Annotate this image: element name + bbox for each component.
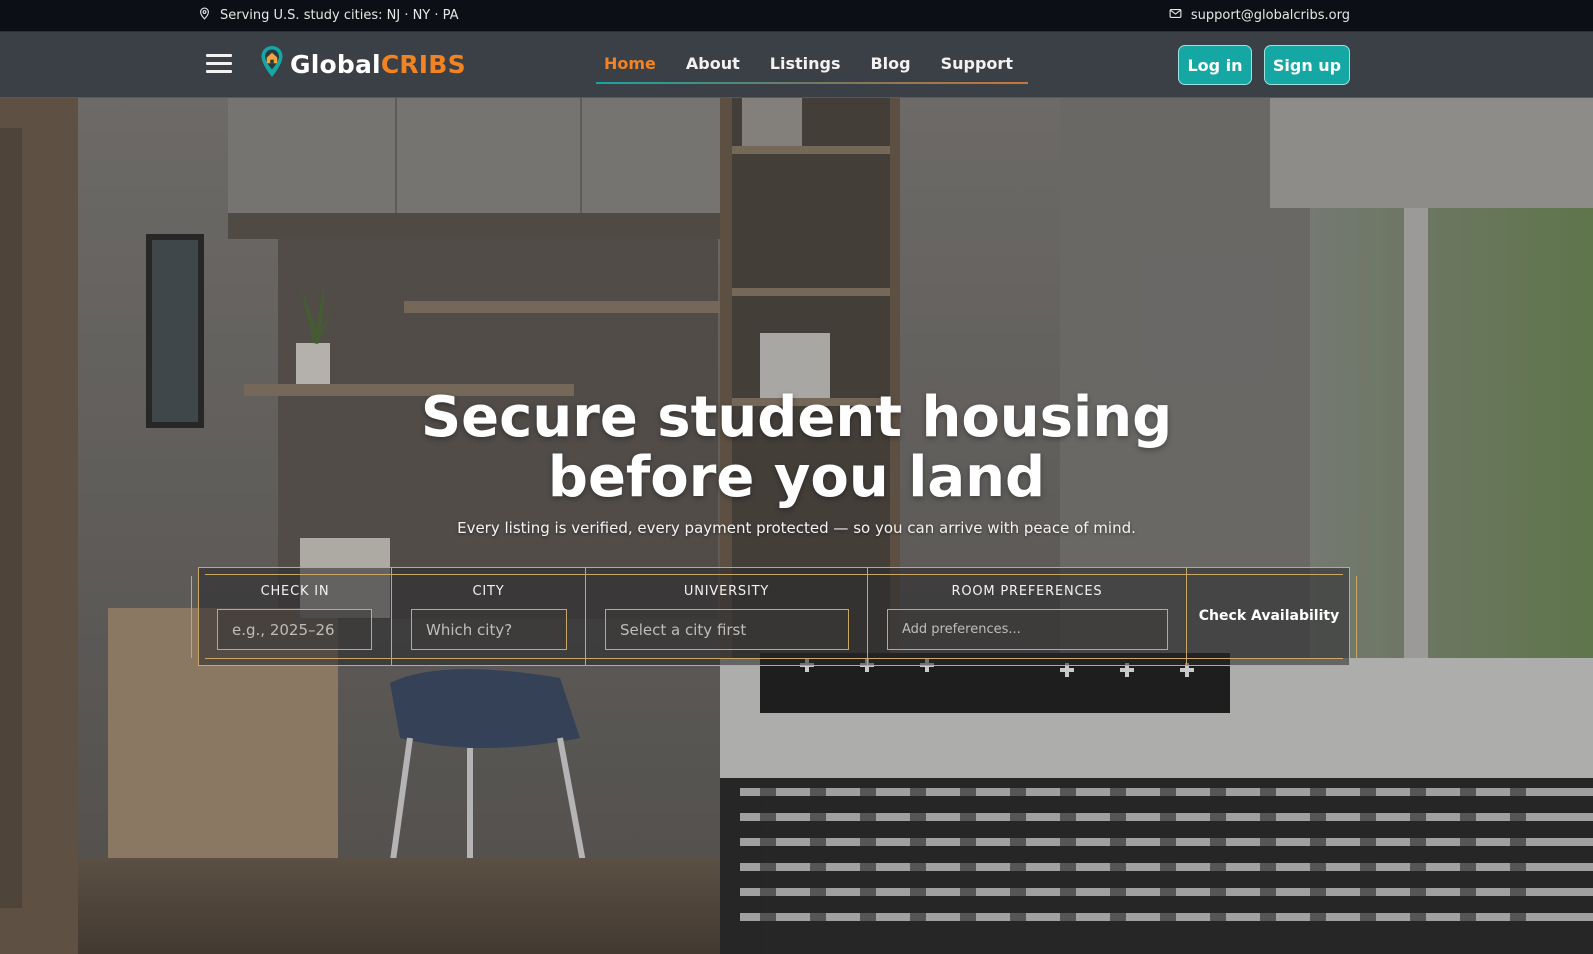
hero-subtitle: Every listing is verified, every payment… (457, 519, 1136, 537)
nav-support[interactable]: Support (933, 54, 1021, 73)
site-header: GlobalCRIBS Home About Listings Blog Sup… (0, 32, 1593, 98)
login-button[interactable]: Log in (1178, 45, 1252, 85)
service-area: Serving U.S. study cities: NJ · NY · PA (198, 7, 459, 24)
room-preferences-cell: ROOM PREFERENCES Add preferences... (868, 568, 1187, 665)
city-cell: CITY Which city? (392, 568, 586, 665)
top-info-bar: Serving U.S. study cities: NJ · NY · PA … (0, 0, 1593, 32)
support-email[interactable]: support@globalcribs.org (1169, 7, 1350, 24)
hero-title: Secure student housing before you land (0, 388, 1593, 508)
nav-home[interactable]: Home (596, 54, 664, 73)
check-availability-label[interactable]: Check Availability (1187, 608, 1351, 624)
check-in-cell: CHECK IN e.g., 2025–26 (199, 568, 392, 665)
university-label: UNIVERSITY (683, 584, 770, 599)
mail-icon (1169, 7, 1182, 24)
university-cell: UNIVERSITY Select a city first (586, 568, 868, 665)
site-logo[interactable]: GlobalCRIBS (260, 45, 466, 83)
university-select[interactable]: Select a city first (605, 609, 849, 650)
nav-about[interactable]: About (678, 54, 748, 73)
signup-button[interactable]: Sign up (1264, 45, 1350, 85)
brand-wordmark: GlobalCRIBS (290, 49, 466, 79)
check-availability-button[interactable]: Check Availability (1187, 568, 1351, 665)
form-edge-right (1356, 576, 1357, 658)
main-nav: Home About Listings Blog Support (596, 44, 1028, 84)
service-area-text: Serving U.S. study cities: NJ · NY · PA (220, 8, 459, 23)
logo-pin-icon (260, 45, 284, 83)
city-label: CITY (472, 584, 505, 599)
hero-title-line-2: before you land (547, 445, 1046, 510)
check-in-input[interactable]: e.g., 2025–26 (217, 609, 372, 650)
hero-title-line-1: Secure student housing (420, 385, 1173, 450)
menu-icon[interactable] (206, 54, 232, 74)
nav-listings[interactable]: Listings (762, 54, 849, 73)
support-email-text[interactable]: support@globalcribs.org (1191, 8, 1350, 23)
room-preferences-input[interactable]: Add preferences... (887, 609, 1168, 650)
nav-blog[interactable]: Blog (862, 54, 918, 73)
form-edge-left (191, 576, 192, 658)
hero-section: Secure student housing before you land E… (0, 98, 1593, 954)
map-pin-icon (198, 7, 211, 24)
check-in-label: CHECK IN (260, 584, 330, 599)
room-preferences-label: ROOM PREFERENCES (951, 584, 1103, 599)
availability-search-form: CHECK IN e.g., 2025–26 CITY Which city? … (191, 567, 1357, 666)
city-input[interactable]: Which city? (411, 609, 567, 650)
